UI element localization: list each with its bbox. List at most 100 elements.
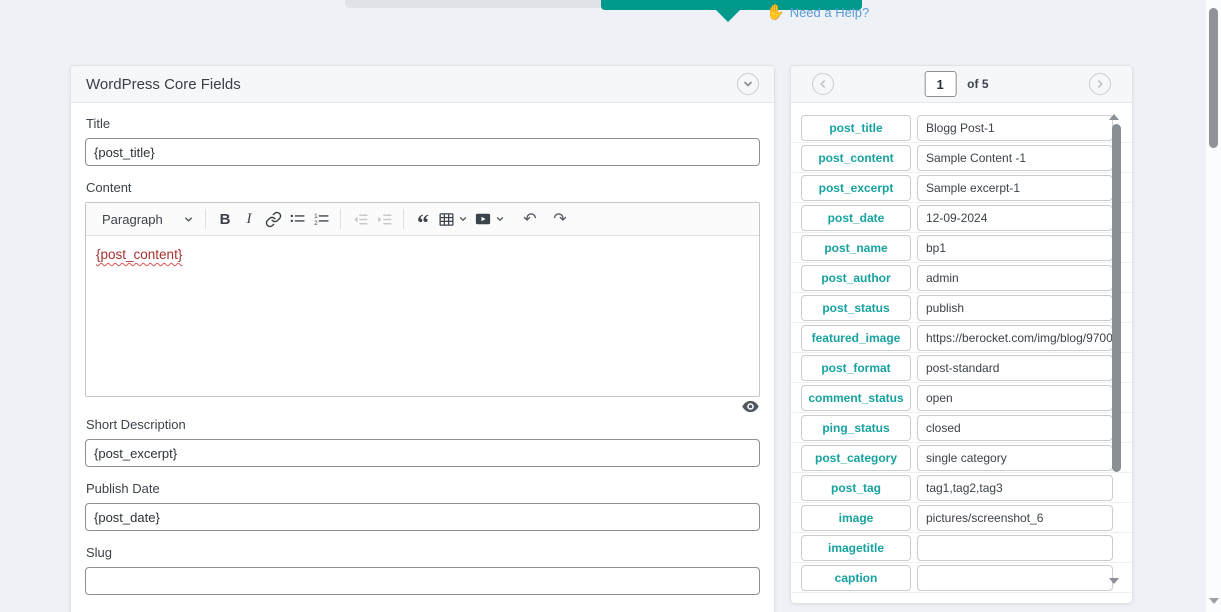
field-row: post_author admin: [791, 263, 1132, 293]
panel-scroll-up-arrow-icon[interactable]: [1109, 114, 1119, 120]
slug-input[interactable]: [85, 567, 760, 595]
page-scroll-down-arrow-icon[interactable]: [1209, 598, 1219, 604]
field-name-button[interactable]: post_title: [801, 115, 911, 141]
chevron-down-icon: [183, 214, 194, 225]
title-label: Title: [86, 116, 760, 132]
need-help-link[interactable]: Need a Help?: [790, 5, 870, 20]
field-name-button[interactable]: caption: [801, 565, 911, 591]
field-value-cell[interactable]: bp1: [917, 235, 1113, 261]
indent-icon: [376, 211, 393, 228]
field-value-cell[interactable]: 12-09-2024: [917, 205, 1113, 231]
field-name-button[interactable]: post_tag: [801, 475, 911, 501]
field-row: post_category single category: [791, 443, 1132, 473]
svg-text:1: 1: [314, 213, 318, 220]
short-description-label: Short Description: [86, 417, 760, 433]
content-label: Content: [86, 180, 760, 196]
field-name-button[interactable]: post_date: [801, 205, 911, 231]
content-editor-area[interactable]: {post_content}: [86, 236, 759, 396]
panel-scrollbar-thumb[interactable]: [1112, 124, 1121, 472]
italic-icon: I: [247, 211, 252, 228]
field-name-button[interactable]: ping_status: [801, 415, 911, 441]
field-value-cell[interactable]: pictures/screenshot_6: [917, 505, 1113, 531]
field-row: post_content Sample Content -1: [791, 143, 1132, 173]
field-name-button[interactable]: post_status: [801, 295, 911, 321]
field-row: comment_status open: [791, 383, 1132, 413]
paragraph-style-dropdown[interactable]: Paragraph: [94, 207, 198, 231]
field-name-button[interactable]: post_category: [801, 445, 911, 471]
bullet-list-button[interactable]: [285, 207, 309, 231]
wordpress-core-fields-panel: WordPress Core Fields Title Content Para…: [70, 65, 775, 612]
field-row: post_format post-standard: [791, 353, 1132, 383]
blockquote-button[interactable]: “: [411, 207, 435, 231]
title-input[interactable]: [85, 138, 760, 166]
next-record-button[interactable]: [1089, 73, 1111, 95]
field-name-button[interactable]: post_name: [801, 235, 911, 261]
field-name-button[interactable]: image: [801, 505, 911, 531]
field-row: featured_image https://berocket.com/img/…: [791, 323, 1132, 353]
field-value-cell[interactable]: tag1,tag2,tag3: [917, 475, 1113, 501]
panel-scroll-down-arrow-icon[interactable]: [1109, 578, 1119, 584]
field-value-cell[interactable]: [917, 565, 1113, 591]
field-name-button[interactable]: post_content: [801, 145, 911, 171]
link-button[interactable]: [261, 207, 285, 231]
field-value-cell[interactable]: Sample Content -1: [917, 145, 1113, 171]
field-value-cell[interactable]: single category: [917, 445, 1113, 471]
redo-icon: ↷: [553, 209, 566, 229]
help-area: ✋ Need a Help?: [766, 5, 869, 20]
field-row: post_title Blogg Post-1: [791, 113, 1132, 143]
undo-button[interactable]: ↶: [518, 207, 542, 231]
field-row: post_excerpt Sample excerpt-1: [791, 173, 1132, 203]
publish-date-input[interactable]: [85, 503, 760, 531]
collapse-panel-button[interactable]: [737, 73, 759, 95]
field-name-button[interactable]: comment_status: [801, 385, 911, 411]
numbered-list-icon: 12: [313, 211, 330, 228]
outdent-icon: [352, 211, 369, 228]
field-row: image pictures/screenshot_6: [791, 503, 1132, 533]
embed-media-button[interactable]: [471, 207, 508, 231]
preview-eye-icon[interactable]: [742, 400, 759, 413]
field-value-cell[interactable]: admin: [917, 265, 1113, 291]
record-number-input[interactable]: [924, 71, 956, 97]
table-button[interactable]: [435, 207, 471, 231]
field-row: ping_status closed: [791, 413, 1132, 443]
field-value-cell[interactable]: https://berocket.com/img/blog/97001e: [917, 325, 1113, 351]
field-row: post_date 12-09-2024: [791, 203, 1132, 233]
table-icon: [438, 211, 455, 228]
previous-record-button[interactable]: [812, 73, 834, 95]
bullet-list-icon: [289, 211, 306, 228]
field-row: post_status publish: [791, 293, 1132, 323]
link-icon: [265, 211, 282, 228]
field-value-cell[interactable]: [917, 535, 1113, 561]
chevron-down-icon: [495, 214, 505, 224]
field-name-button[interactable]: imagetitle: [801, 535, 911, 561]
field-name-button[interactable]: post_author: [801, 265, 911, 291]
import-data-preview-panel: of 5 post_title Blogg Post-1 post_conten…: [790, 65, 1133, 604]
field-value-cell[interactable]: closed: [917, 415, 1113, 441]
toolbar-separator: [205, 209, 206, 229]
editor-footer: [85, 400, 759, 416]
editor-toolbar: Paragraph B I 12: [86, 203, 759, 236]
indent-button[interactable]: [372, 207, 396, 231]
field-name-button[interactable]: post_format: [801, 355, 911, 381]
field-value-cell[interactable]: Blogg Post-1: [917, 115, 1113, 141]
numbered-list-button[interactable]: 12: [309, 207, 333, 231]
redo-button[interactable]: ↷: [548, 207, 572, 231]
field-value-cell[interactable]: Sample excerpt-1: [917, 175, 1113, 201]
slug-label: Slug: [86, 545, 760, 561]
field-value-cell[interactable]: open: [917, 385, 1113, 411]
outdent-button[interactable]: [348, 207, 372, 231]
field-value-cell[interactable]: publish: [917, 295, 1113, 321]
field-name-button[interactable]: post_excerpt: [801, 175, 911, 201]
bold-button[interactable]: B: [213, 207, 237, 231]
field-value-cell[interactable]: post-standard: [917, 355, 1113, 381]
page-scrollbar[interactable]: [1205, 0, 1221, 612]
panel-body: Title Content Paragraph B I: [71, 103, 774, 612]
content-editor: Paragraph B I 12: [85, 202, 760, 397]
page-scrollbar-thumb[interactable]: [1209, 8, 1218, 148]
panel-title: WordPress Core Fields: [86, 76, 737, 93]
chevron-left-icon: [817, 78, 829, 90]
short-description-input[interactable]: [85, 439, 760, 467]
toolbar-separator: [340, 209, 341, 229]
italic-button[interactable]: I: [237, 207, 261, 231]
field-name-button[interactable]: featured_image: [801, 325, 911, 351]
